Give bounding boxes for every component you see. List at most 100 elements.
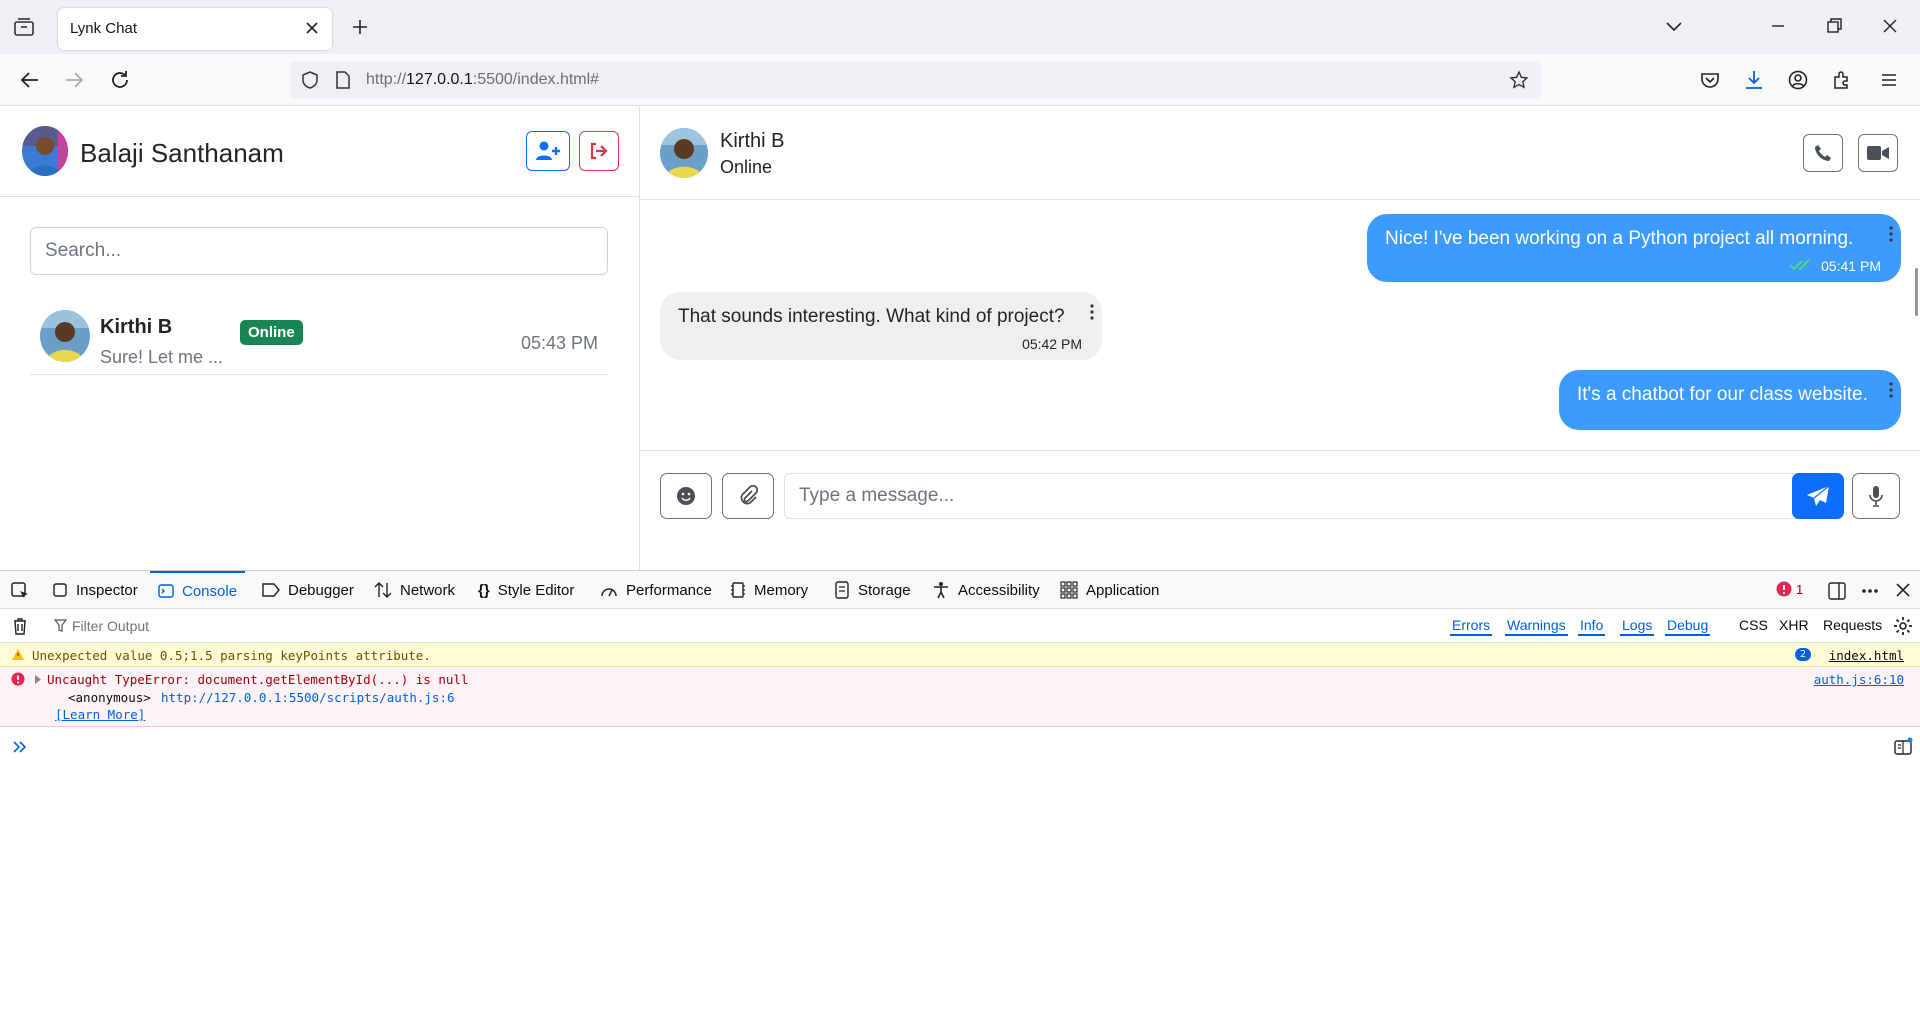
- devtools-panel: Inspector Console Debugger Network {} Sty…: [0, 570, 1920, 1020]
- console-icon: [158, 584, 174, 598]
- tab-inspector[interactable]: Inspector: [52, 571, 138, 609]
- message-input[interactable]: [784, 473, 1820, 519]
- tab-performance[interactable]: Performance: [600, 571, 712, 609]
- filter-debug[interactable]: Debug: [1665, 617, 1711, 636]
- dock-side-icon[interactable]: [1827, 581, 1847, 601]
- filter-warnings[interactable]: Warnings: [1505, 617, 1568, 636]
- warning-source-link[interactable]: index.html: [1829, 648, 1904, 663]
- paperclip-icon: [740, 485, 758, 505]
- stack-url-link[interactable]: http://127.0.0.1:5500/scripts/auth.js:6: [161, 690, 455, 705]
- tab-debugger[interactable]: Debugger: [262, 571, 354, 609]
- phone-icon: [1815, 145, 1831, 161]
- chat-panel: Kirthi B Online Nice! I've been working …: [640, 106, 1920, 570]
- filter-icon: [54, 619, 67, 632]
- gear-icon[interactable]: [1893, 616, 1913, 636]
- message-options-icon[interactable]: [1090, 304, 1094, 320]
- pocket-icon[interactable]: [1698, 68, 1722, 92]
- trash-icon[interactable]: [12, 617, 28, 635]
- search-input[interactable]: [30, 227, 608, 275]
- error-icon: [1776, 581, 1792, 597]
- video-camera-icon: [1867, 146, 1889, 160]
- console-error-row: Uncaught TypeError: document.getElementB…: [0, 667, 1920, 727]
- error-source-link[interactable]: auth.js:6:10: [1814, 672, 1904, 687]
- microphone-icon: [1869, 486, 1883, 507]
- filter-css[interactable]: CSS: [1737, 617, 1770, 634]
- last-message-preview: Sure! Let me ...: [100, 347, 224, 367]
- inspector-icon: [53, 583, 67, 597]
- filter-xhr[interactable]: XHR: [1777, 617, 1811, 634]
- chevron-down-icon[interactable]: [1662, 14, 1686, 38]
- close-tab-icon[interactable]: [304, 20, 320, 36]
- tab-storage[interactable]: Storage: [834, 571, 911, 609]
- message-text: It's a chatbot for our class website.: [1577, 384, 1868, 405]
- tab-console[interactable]: Console: [150, 571, 246, 609]
- restore-icon[interactable]: [1822, 14, 1846, 38]
- filter-logs[interactable]: Logs: [1620, 617, 1655, 636]
- learn-more-link[interactable]: [Learn More]: [55, 707, 145, 722]
- devtools-toolbar: Inspector Console Debugger Network {} Sty…: [0, 571, 1920, 609]
- filter-requests[interactable]: Requests: [1821, 617, 1884, 634]
- last-message-time: 05:43 PM: [520, 333, 598, 353]
- expand-triangle-icon[interactable]: [34, 675, 42, 684]
- attach-button[interactable]: [722, 473, 774, 519]
- video-call-button[interactable]: [1858, 134, 1898, 172]
- error-message: Uncaught TypeError: document.getElementB…: [47, 672, 469, 687]
- close-devtools-icon[interactable]: [1895, 582, 1911, 598]
- chat-contact-avatar[interactable]: [660, 128, 708, 178]
- close-window-icon[interactable]: [1878, 14, 1902, 38]
- filter-errors[interactable]: Errors: [1450, 617, 1493, 636]
- status-badge: Online: [240, 320, 303, 345]
- tab-list-icon[interactable]: [12, 15, 36, 39]
- error-icon: [11, 672, 25, 686]
- message-composer: [640, 450, 1920, 570]
- voice-record-button[interactable]: [1852, 473, 1900, 519]
- emoji-button[interactable]: [660, 473, 712, 519]
- address-bar[interactable]: http://127.0.0.1:5500/index.html#: [290, 61, 1541, 99]
- console-input[interactable]: [40, 731, 1880, 761]
- message-options-icon[interactable]: [1889, 226, 1893, 242]
- forward-icon[interactable]: [62, 68, 86, 92]
- logout-button[interactable]: [579, 131, 619, 171]
- download-icon[interactable]: [1742, 68, 1766, 92]
- add-contact-button[interactable]: [526, 131, 570, 171]
- message-bubble-sent[interactable]: Nice! I've been working on a Python proj…: [1367, 214, 1901, 282]
- browser-tab[interactable]: Lynk Chat: [58, 8, 332, 50]
- element-picker-icon[interactable]: [10, 581, 30, 601]
- message-bubble-received[interactable]: That sounds interesting. What kind of pr…: [660, 292, 1102, 360]
- chat-app: Balaji Santhanam Kirthi B Online Sure! L…: [0, 106, 1920, 570]
- tab-title: Lynk Chat: [70, 20, 137, 37]
- back-icon[interactable]: [18, 68, 42, 92]
- tab-application[interactable]: Application: [1060, 571, 1159, 609]
- minimize-icon[interactable]: [1766, 14, 1790, 38]
- user-plus-icon: [536, 141, 560, 160]
- error-counter[interactable]: 1: [1776, 581, 1803, 597]
- message-time: 05:42 PM: [1022, 336, 1082, 352]
- reload-icon[interactable]: [108, 68, 132, 92]
- more-options-icon[interactable]: [1860, 581, 1880, 601]
- contact-avatar: [40, 310, 90, 362]
- editor-mode-icon[interactable]: [1893, 737, 1913, 757]
- bookmark-star-icon[interactable]: [1509, 70, 1529, 90]
- tab-memory[interactable]: Memory: [730, 571, 808, 609]
- contact-list-item[interactable]: Kirthi B Online Sure! Let me ... 05:43 P…: [30, 301, 608, 375]
- filter-info[interactable]: Info: [1578, 617, 1606, 636]
- message-scrollbar[interactable]: [1915, 268, 1918, 316]
- shield-icon[interactable]: [300, 70, 320, 90]
- message-bubble-sent[interactable]: It's a chatbot for our class website.: [1559, 370, 1901, 430]
- send-button[interactable]: [1792, 473, 1844, 519]
- message-text: That sounds interesting. What kind of pr…: [678, 306, 1065, 327]
- user-avatar[interactable]: [22, 126, 68, 176]
- message-options-icon[interactable]: [1889, 382, 1893, 398]
- hamburger-menu-icon[interactable]: [1877, 68, 1901, 92]
- extensions-icon[interactable]: [1830, 68, 1854, 92]
- smile-icon: [677, 487, 695, 505]
- tab-network[interactable]: Network: [374, 571, 455, 609]
- voice-call-button[interactable]: [1803, 134, 1843, 172]
- tab-accessibility[interactable]: Accessibility: [932, 571, 1040, 609]
- stack-function: <anonymous>: [68, 690, 151, 705]
- new-tab-icon[interactable]: [350, 17, 370, 37]
- account-icon[interactable]: [1786, 68, 1810, 92]
- grid-icon: [1060, 581, 1078, 599]
- filter-output-input[interactable]: Filter Output: [72, 618, 149, 634]
- tab-style-editor[interactable]: {} Style Editor: [478, 571, 574, 609]
